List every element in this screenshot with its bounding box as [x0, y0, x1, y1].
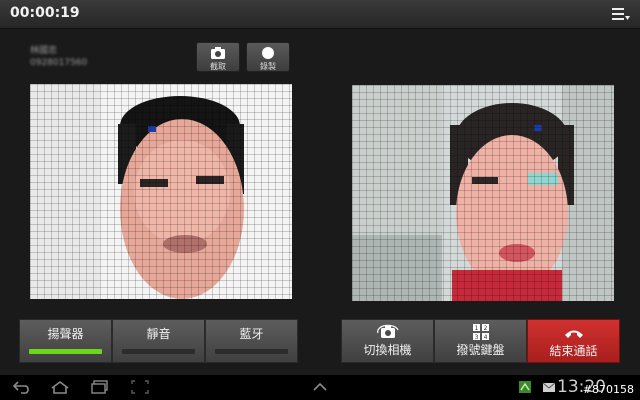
capture-label: 截取 [210, 62, 226, 71]
call-timer: 00:00:19 [10, 5, 80, 21]
caller-name: 林國忠 [30, 46, 58, 56]
keypad-label: 撥號鍵盤 [456, 343, 505, 357]
watermark-text: #870158 [582, 383, 634, 396]
end-call-button[interactable]: 結束通話 [527, 319, 620, 363]
end-call-label: 結束通話 [549, 344, 598, 358]
local-video-preview[interactable] [30, 84, 292, 299]
home-icon[interactable] [50, 380, 70, 394]
svg-text:3: 3 [474, 334, 478, 341]
back-icon[interactable] [12, 380, 32, 394]
video-call-area: 林國忠 0928017560 截取 錄製 揚聲器 靜音 藍牙 切換相機 1 2 … [0, 29, 640, 369]
record-label: 錄製 [260, 62, 276, 71]
caller-number: 0928017560 [30, 58, 88, 68]
mute-button[interactable]: 靜音 [112, 319, 205, 363]
pixel-grid-overlay [352, 85, 614, 301]
keypad-icon: 1 2 3 4 [472, 324, 489, 341]
remote-video [352, 85, 614, 301]
switch-camera-icon [376, 324, 399, 338]
keypad-button[interactable]: 1 2 3 4 撥號鍵盤 [434, 319, 527, 363]
capture-button[interactable]: 截取 [196, 42, 240, 72]
mute-indicator [122, 349, 195, 354]
system-nav-bar: 13:20 #870158 [0, 375, 640, 400]
camera-icon [211, 47, 225, 59]
hang-up-icon [564, 330, 583, 338]
mute-label: 靜音 [146, 327, 171, 341]
record-button[interactable]: 錄製 [246, 42, 290, 72]
speaker-button[interactable]: 揚聲器 [19, 319, 112, 363]
switch-camera-label: 切換相機 [363, 343, 412, 357]
svg-text:1: 1 [474, 325, 478, 332]
speaker-label: 揚聲器 [47, 327, 84, 341]
chevron-up-icon[interactable] [310, 380, 330, 394]
svg-text:2: 2 [483, 325, 487, 332]
notification-app-icon[interactable] [518, 380, 532, 394]
svg-text:4: 4 [483, 334, 487, 341]
mail-icon[interactable] [542, 380, 556, 394]
pixel-grid-overlay [30, 84, 292, 299]
switch-camera-button[interactable]: 切換相機 [341, 319, 434, 363]
record-icon [262, 47, 274, 59]
bluetooth-button[interactable]: 藍牙 [205, 319, 298, 363]
menu-icon[interactable] [612, 7, 630, 21]
bluetooth-indicator [215, 349, 288, 354]
recent-apps-icon[interactable] [90, 380, 110, 394]
speaker-indicator [29, 349, 102, 354]
bluetooth-label: 藍牙 [239, 327, 264, 341]
status-bar: 00:00:19 [0, 0, 640, 29]
caller-info: 林國忠 0928017560 [30, 45, 87, 69]
screenshot-icon[interactable] [130, 380, 150, 394]
